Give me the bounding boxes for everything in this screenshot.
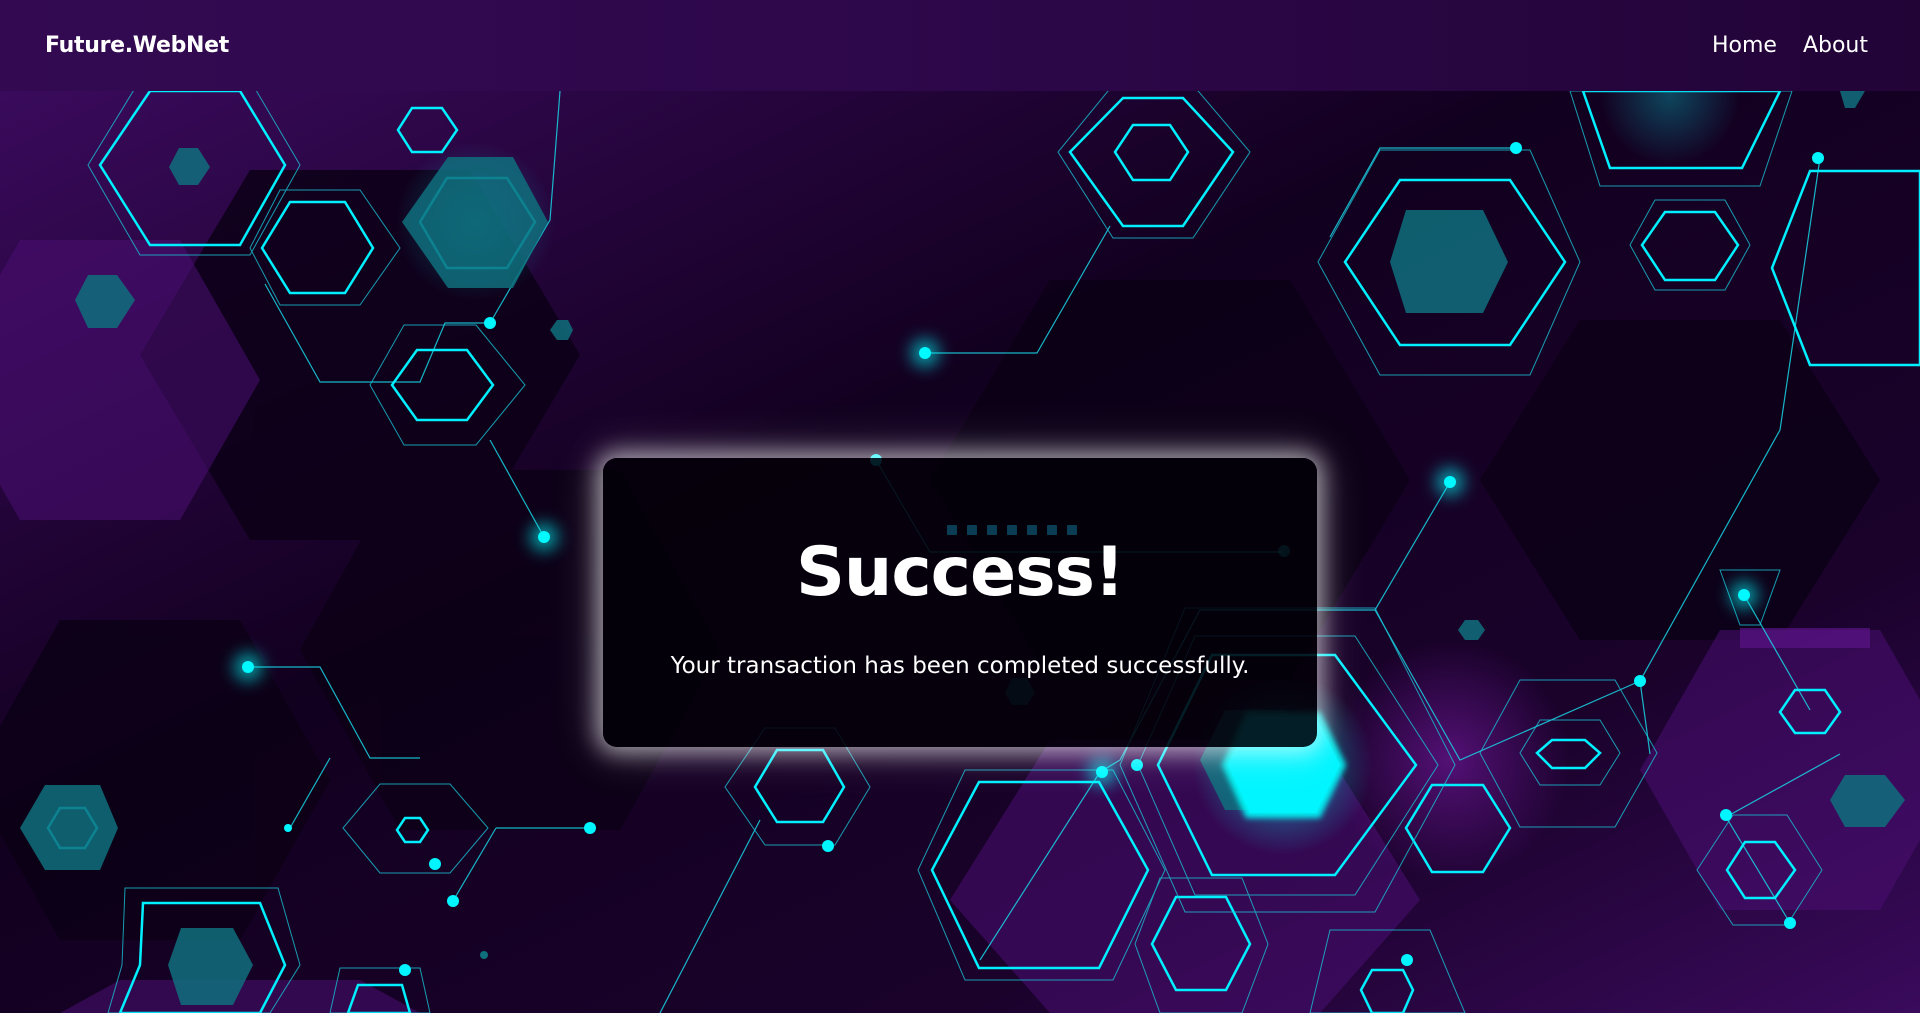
nav-links: Home About <box>1712 33 1868 58</box>
page: Future.WebNet Home About Success! Your t… <box>0 0 1920 1013</box>
brand-logo-link[interactable]: Future.WebNet <box>45 33 229 58</box>
nav-link-home[interactable]: Home <box>1712 33 1777 58</box>
success-title: Success! <box>795 533 1125 612</box>
nav-link-about[interactable]: About <box>1803 33 1868 58</box>
success-message: Your transaction has been completed succ… <box>670 653 1250 679</box>
navbar: Future.WebNet Home About <box>0 0 1920 91</box>
success-dialog: Success! Your transaction has been compl… <box>603 458 1317 747</box>
